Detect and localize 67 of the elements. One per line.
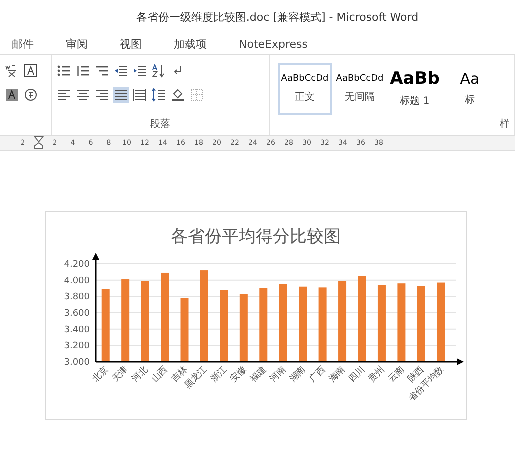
ribbon-tab[interactable]: 加载项 bbox=[166, 34, 215, 54]
x-axis-label: 湖南 bbox=[288, 365, 308, 385]
y-axis-label: 4.000 bbox=[64, 276, 90, 286]
align-button[interactable] bbox=[56, 87, 72, 103]
y-axis-label: 3.200 bbox=[64, 342, 90, 352]
style-tile[interactable]: AaBbCcDd 正文 bbox=[278, 63, 332, 115]
ribbon-tab[interactable]: 视图 bbox=[112, 34, 150, 54]
ribbon-button[interactable] bbox=[151, 87, 167, 103]
distribute-icon bbox=[133, 88, 147, 102]
sort-icon bbox=[152, 64, 166, 78]
ribbon-button[interactable] bbox=[132, 63, 148, 79]
decrease-indent-icon bbox=[114, 64, 128, 78]
x-axis-label: 四川 bbox=[348, 365, 368, 385]
y-axis-label: 3.600 bbox=[64, 309, 90, 319]
align-button[interactable] bbox=[75, 87, 91, 103]
x-axis-label: 河北 bbox=[130, 365, 150, 385]
x-axis-label: 北京 bbox=[91, 365, 111, 385]
ribbon-tab[interactable]: 邮件 bbox=[4, 34, 42, 54]
group-label: 样 bbox=[500, 118, 510, 131]
y-axis-label: 3.000 bbox=[64, 358, 90, 368]
align-button[interactable] bbox=[132, 87, 148, 103]
y-axis-label: 3.800 bbox=[64, 292, 90, 303]
align-button[interactable] bbox=[113, 87, 129, 103]
y-axis-label: 4.200 bbox=[64, 260, 90, 270]
x-axis-label: 广西 bbox=[308, 365, 328, 385]
bar bbox=[240, 294, 248, 362]
window-title: 各省份一级维度比较图.doc [兼容模式] - Microsoft Word bbox=[135, 10, 419, 24]
paint-bucket-icon bbox=[171, 88, 185, 102]
x-axis-label: 云南 bbox=[387, 365, 407, 385]
shaded-a-icon bbox=[5, 88, 19, 102]
bar bbox=[180, 298, 189, 362]
borders-icon bbox=[190, 88, 204, 102]
align-right-icon bbox=[95, 88, 109, 102]
y-axis-label: 3.400 bbox=[64, 325, 90, 336]
numbered-list-icon bbox=[76, 64, 90, 78]
line-spacing-icon bbox=[152, 88, 166, 102]
x-axis-label: 贵州 bbox=[367, 365, 388, 385]
ribbon-button[interactable] bbox=[23, 63, 39, 79]
align-button[interactable] bbox=[94, 87, 110, 103]
x-axis-label: 海南 bbox=[328, 365, 348, 385]
bullet-list-icon bbox=[57, 64, 71, 78]
x-axis-label: 山西 bbox=[150, 365, 170, 385]
ribbon-button[interactable] bbox=[151, 63, 167, 79]
justify-icon bbox=[114, 88, 128, 102]
ribbon-tab[interactable]: NoteExpress bbox=[231, 36, 316, 52]
multilevel-list-icon bbox=[95, 64, 109, 78]
x-axis-label: 福建 bbox=[248, 365, 269, 385]
ribbon-button[interactable] bbox=[23, 87, 39, 103]
enclosed-character-icon bbox=[24, 88, 38, 102]
chart-title: 各省份平均得分比较图 bbox=[171, 227, 341, 247]
phonetic-guide-icon bbox=[5, 64, 19, 78]
bar bbox=[220, 290, 228, 362]
ribbon-button[interactable] bbox=[4, 87, 20, 103]
group-label: 段落 bbox=[150, 118, 170, 131]
x-axis-label: 天津 bbox=[110, 365, 131, 385]
ribbon-tab[interactable]: 审阅 bbox=[58, 34, 96, 54]
align-center-icon bbox=[76, 88, 90, 102]
ribbon-button[interactable] bbox=[56, 63, 72, 79]
ribbon-button[interactable] bbox=[75, 63, 91, 79]
ribbon-button[interactable] bbox=[170, 87, 186, 103]
x-axis-label: 安徽 bbox=[229, 365, 250, 385]
ribbon-button[interactable] bbox=[113, 63, 129, 79]
bordered-a-icon bbox=[24, 64, 38, 78]
increase-indent-icon bbox=[133, 64, 147, 78]
x-axis-label: 河南 bbox=[268, 365, 288, 385]
x-axis-label: 浙江 bbox=[210, 365, 230, 385]
align-left-icon bbox=[57, 88, 71, 102]
